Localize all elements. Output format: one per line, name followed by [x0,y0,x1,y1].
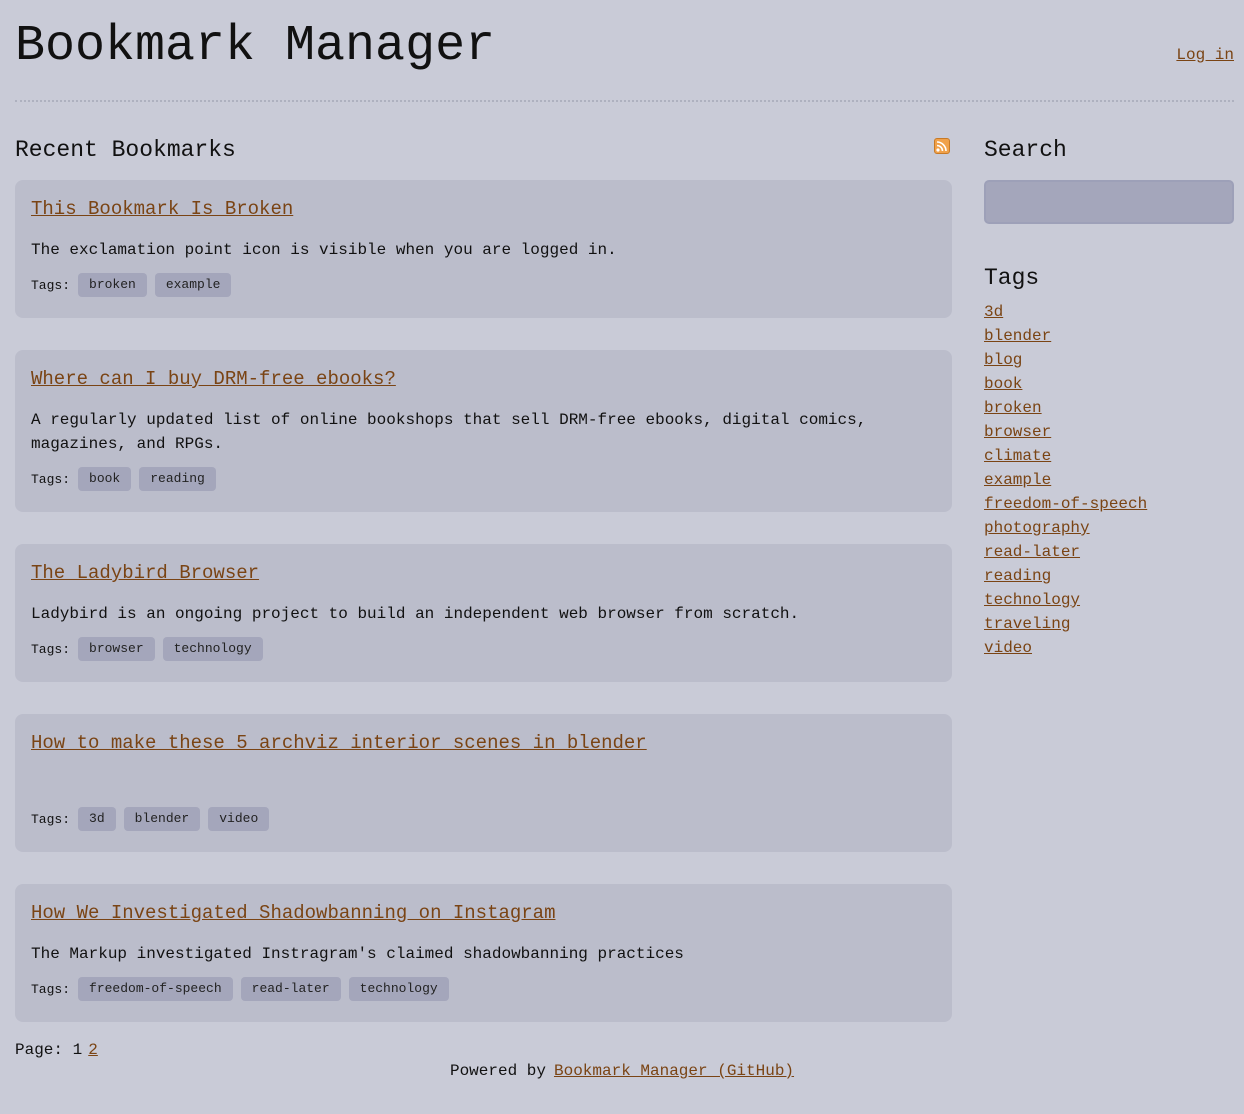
tag-list-item: video [984,636,1234,660]
page: Bookmark Manager Log in Recent Bookmarks… [0,0,1244,1114]
rss-feed-icon[interactable] [934,138,950,154]
footer: Powered by Bookmark Manager (GitHub) [0,1060,1244,1082]
bookmark-tags: Tags: 3d blender video [31,796,936,852]
bookmark-description: Ladybird is an ongoing project to build … [31,605,800,623]
tag-chip[interactable]: technology [348,977,449,1001]
bookmark-title-link[interactable]: How We Investigated Shadowbanning on Ins… [31,900,556,926]
tag-link[interactable]: broken [984,399,1042,417]
tag-list-item: technology [984,588,1234,612]
tag-list-item: climate [984,444,1234,468]
pagination-page-2[interactable]: 2 [88,1041,98,1059]
tags-label: Tags: [31,811,71,827]
bookmark-title-link[interactable]: Where can I buy DRM-free ebooks? [31,366,396,392]
bookmark-list: This Bookmark Is Broken The exclamation p… [15,180,952,1022]
tag-list-item: broken [984,396,1234,420]
search-title: Search [984,137,1067,163]
tag-link[interactable]: climate [984,447,1051,465]
bookmark-tags: Tags: freedom-of-speech read-later technolo… [31,966,936,1022]
tags-label: Tags: [31,471,71,487]
tag-list-item: blog [984,348,1234,372]
bookmark-description: The exclamation point icon is visible wh… [31,241,617,259]
tag-link[interactable]: blender [984,327,1051,345]
bookmark-card: The Ladybird Browser Ladybird is an ongoi… [15,544,952,682]
tags-label: Tags: [31,641,71,657]
tags-label: Tags: [31,981,71,997]
bookmark-tags: Tags: book reading [31,456,936,512]
tag-chip[interactable]: broken [78,273,147,297]
pagination-label: Page: [15,1041,64,1059]
tag-chip[interactable]: 3d [78,807,116,831]
tag-list-item: reading [984,564,1234,588]
tag-chip[interactable]: browser [78,637,155,661]
tag-link[interactable]: blog [984,351,1022,369]
tag-chip[interactable]: reading [139,467,216,491]
site-header: Bookmark Manager Log in [15,18,1234,102]
tag-link[interactable]: video [984,639,1032,657]
search-input[interactable] [984,180,1234,224]
login-link[interactable]: Log in [1176,46,1234,64]
bookmark-title-link[interactable]: How to make these 5 archviz interior sce… [31,730,647,756]
bookmark-card: Where can I buy DRM-free ebooks? A regula… [15,350,952,512]
bookmark-title-link[interactable]: The Ladybird Browser [31,560,259,586]
tag-link[interactable]: browser [984,423,1051,441]
tag-chip[interactable]: video [208,807,270,831]
tag-list-item: photography [984,516,1234,540]
tag-link[interactable]: 3d [984,303,1003,321]
tag-link[interactable]: photography [984,519,1090,537]
tag-chip[interactable]: freedom-of-speech [78,977,233,1001]
tag-chip[interactable]: read-later [240,977,341,1001]
pagination-current-page: 1 [72,1041,83,1059]
bookmark-tags: Tags: broken example [31,262,936,318]
tag-link[interactable]: book [984,375,1022,393]
tag-link[interactable]: reading [984,567,1051,585]
github-link[interactable]: Bookmark Manager (GitHub) [554,1062,794,1080]
bookmark-card: How We Investigated Shadowbanning on Ins… [15,884,952,1022]
tag-link[interactable]: freedom-of-speech [984,495,1147,513]
tag-link[interactable]: traveling [984,615,1070,633]
tag-link[interactable]: example [984,471,1051,489]
bookmark-description: A regularly updated list of online books… [31,411,867,453]
tags-label: Tags: [31,277,71,293]
section-title: Recent Bookmarks [15,137,236,163]
powered-by-text: Powered by [449,1062,546,1080]
tag-list-item: book [984,372,1234,396]
tag-list-item: read-later [984,540,1234,564]
tag-link[interactable]: technology [984,591,1080,609]
sidebar: Search Tags 3d blender blog book broken brows… [984,130,1234,660]
tag-list-item: example [984,468,1234,492]
tag-chip[interactable]: blender [123,807,201,831]
tag-list: 3d blender blog book broken browser climate exa… [984,300,1234,660]
tag-chip[interactable]: example [154,273,232,297]
tag-chip[interactable]: book [78,467,132,491]
tag-link[interactable]: read-later [984,543,1080,561]
tag-list-item: 3d [984,300,1234,324]
site-title: Bookmark Manager [15,18,496,75]
bookmark-description: The Markup investigated Instragram's cla… [31,945,684,963]
bookmark-title-link[interactable]: This Bookmark Is Broken [31,196,293,222]
pagination: Page: 12 [15,1040,952,1060]
tag-list-item: freedom-of-speech [984,492,1234,516]
tag-list-item: traveling [984,612,1234,636]
tag-chip[interactable]: technology [162,637,263,661]
bookmark-card: This Bookmark Is Broken The exclamation p… [15,180,952,318]
bookmark-description [31,772,936,796]
recent-bookmarks-section: Recent Bookmarks This Bookmark Is Broken… [15,130,952,1060]
bookmark-card: How to make these 5 archviz interior sce… [15,714,952,852]
tag-list-item: browser [984,420,1234,444]
tag-list-item: blender [984,324,1234,348]
tags-title: Tags [984,265,1040,291]
bookmark-tags: Tags: browser technology [31,626,936,682]
